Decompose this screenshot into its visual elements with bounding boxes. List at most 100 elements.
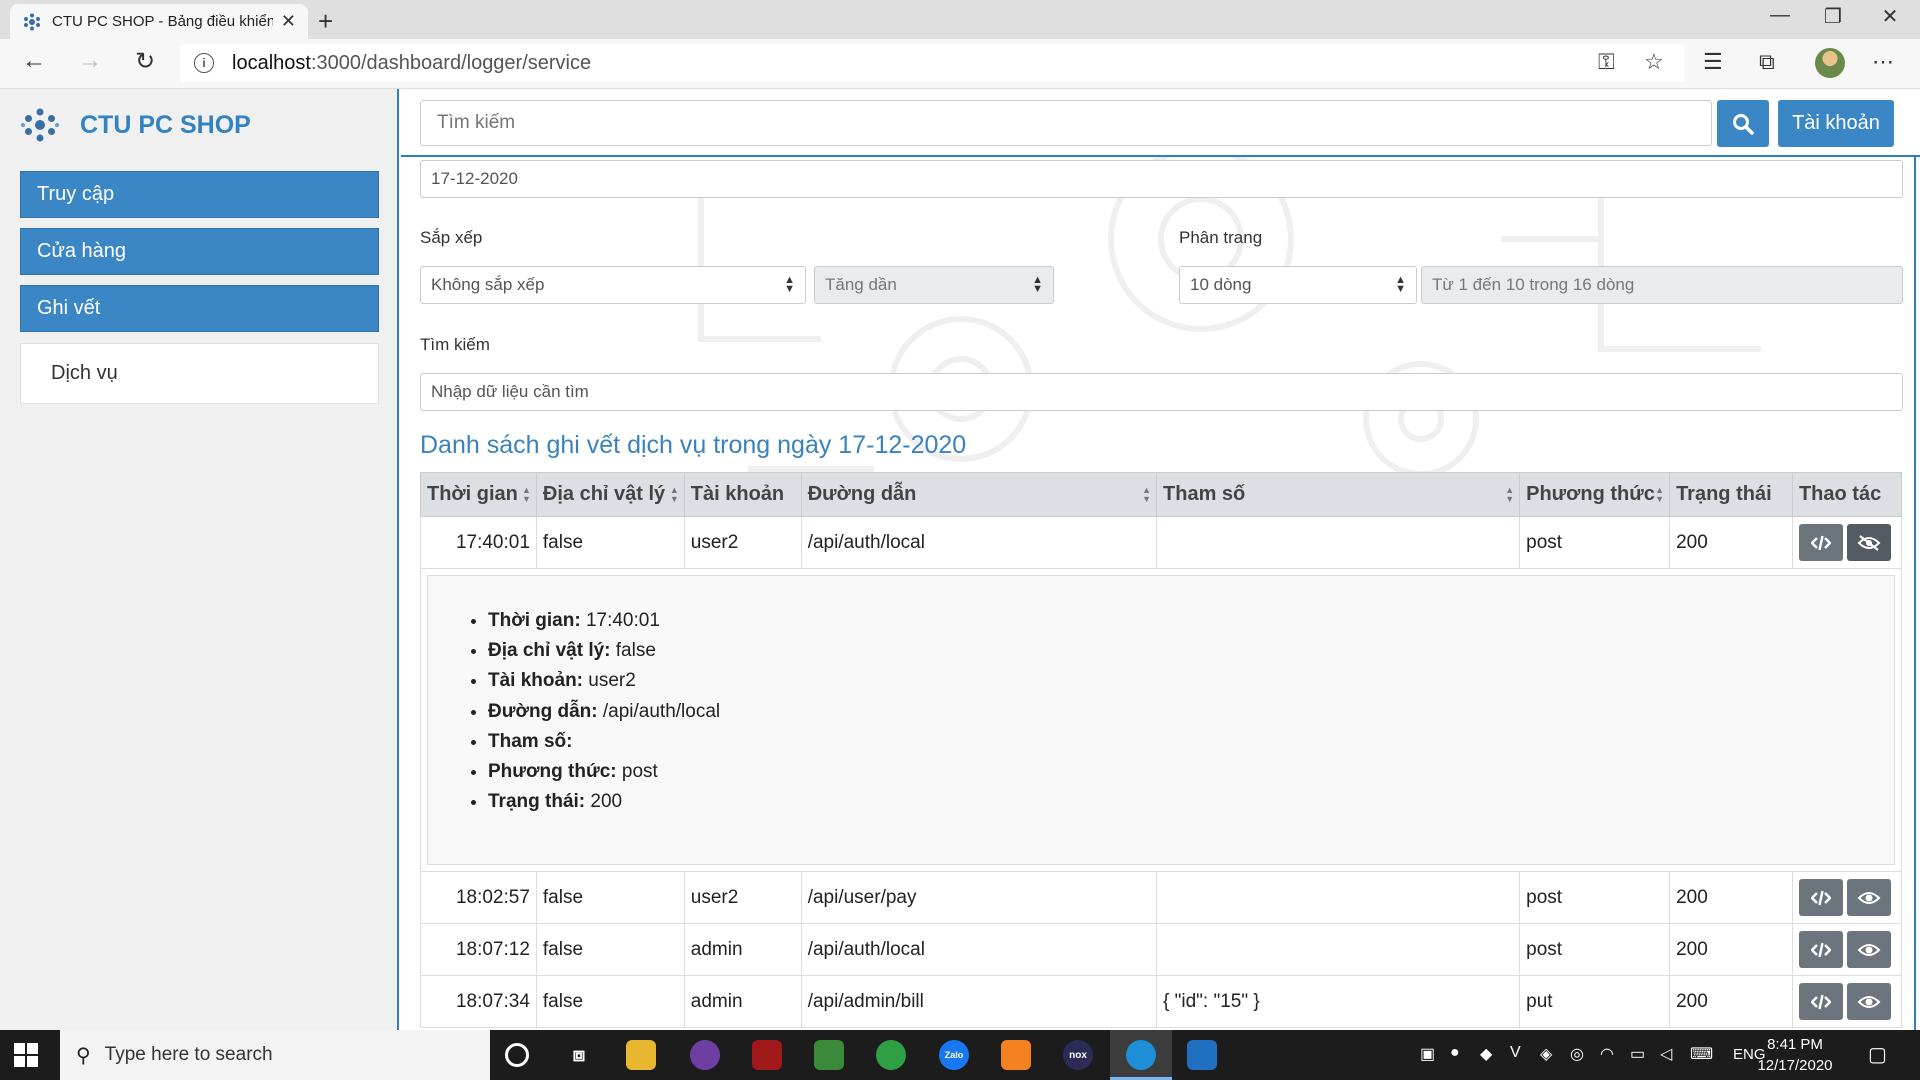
brand[interactable]: CTU PC SHOP — [20, 105, 251, 145]
windows-start-icon[interactable] — [14, 1043, 38, 1067]
col-header-time[interactable]: Thời gian ▲ ▼ — [420, 472, 537, 517]
paging-label: Phân trang — [1179, 228, 1263, 247]
url-field[interactable]: i localhost:3000/dashboard/logger/servic… — [180, 44, 1685, 82]
ctu-logo-icon — [21, 108, 59, 142]
global-search-input[interactable] — [420, 100, 1712, 146]
view-detail-button[interactable] — [1846, 879, 1891, 916]
cell-status: 200 — [1669, 923, 1793, 976]
view-code-button[interactable] — [1798, 879, 1843, 916]
paging-select[interactable]: 10 dòng ▲ ▼ — [1179, 266, 1417, 304]
browser-tab[interactable]: CTU PC SHOP - Bảng điều khiển ✕ — [10, 4, 308, 39]
taskbar-search[interactable]: ⚲ Type here to search — [60, 1030, 490, 1080]
key-icon[interactable]: ⚿ — [1598, 49, 1615, 75]
tray-shield-icon[interactable]: ◈ — [1540, 1044, 1552, 1064]
window-close-icon[interactable]: ✕ — [1870, 4, 1910, 29]
clock-date: 12/17/2020 — [1757, 1057, 1833, 1074]
col-header-params[interactable]: Tham số ▲ ▼ — [1156, 472, 1521, 517]
wifi-icon[interactable]: ◠ — [1600, 1044, 1614, 1064]
table-row: 18:07:12 false admin /api/auth/local pos… — [420, 923, 1903, 976]
xampp-icon[interactable] — [1001, 1040, 1031, 1070]
profile-avatar[interactable] — [1815, 48, 1845, 78]
vscode-icon[interactable] — [1187, 1040, 1217, 1070]
maximize-icon[interactable]: ❐ — [1813, 4, 1853, 29]
detail-item-time: Thời gian: 17:40:01 — [488, 606, 1894, 636]
nox-icon[interactable]: nox — [1063, 1040, 1093, 1070]
main-content: Tài khoản 17-12-2020 Sắp xếp Không sắp x… — [401, 89, 1920, 1030]
data-search-input[interactable]: Nhập dữ liệu cần tìm — [420, 373, 1903, 411]
sidebar-subitem-service[interactable]: Dịch vụ — [20, 343, 379, 404]
code-icon — [1810, 942, 1831, 957]
keyboard-icon[interactable]: ⌨ — [1690, 1044, 1713, 1064]
more-menu-icon[interactable]: ⋯ — [1872, 49, 1894, 75]
col-header-account[interactable]: Tài khoản — [683, 472, 802, 517]
paging-info-text: Từ 1 đến 10 trong 16 dòng — [1432, 275, 1635, 294]
date-field[interactable]: 17-12-2020 — [420, 160, 1903, 198]
tray-zalo-icon[interactable]: ● — [1450, 1044, 1460, 1062]
tray-xampp-icon[interactable]: ▣ — [1420, 1044, 1435, 1064]
cell-method: post — [1519, 871, 1671, 924]
cell-status: 200 — [1669, 516, 1793, 569]
log-table: Thời gian ▲ ▼ Địa chỉ vật lý ▲ ▼ Tài khoản Đ… — [420, 472, 1903, 1028]
cell-actions — [1791, 516, 1903, 569]
clock-time: 8:41 PM — [1767, 1036, 1823, 1053]
table-row: 17:40:01 false user2 /api/auth/local pos… — [420, 516, 1903, 569]
address-bar: ← → ↻ i localhost:3000/dashboard/logger/… — [0, 39, 1920, 89]
tray-nvidia-icon[interactable]: ◆ — [1480, 1044, 1492, 1064]
account-button[interactable]: Tài khoản — [1778, 100, 1894, 147]
chart-app-icon[interactable] — [814, 1040, 844, 1070]
view-code-button[interactable] — [1798, 931, 1843, 968]
favorites-icon[interactable]: ☰ — [1703, 49, 1723, 75]
sidebar-item-store[interactable]: Cửa hàng — [20, 228, 379, 275]
battery-icon[interactable]: ▭ — [1630, 1044, 1645, 1064]
tray-nox-icon[interactable]: ◎ — [1570, 1044, 1584, 1064]
sidebar-item-logger[interactable]: Ghi vết — [20, 285, 379, 332]
order-select[interactable]: Tăng dần ▲ ▼ — [814, 266, 1054, 304]
new-tab-icon[interactable]: + — [318, 6, 333, 37]
refresh-icon[interactable]: ↻ — [127, 47, 163, 76]
cell-account: admin — [683, 975, 802, 1028]
search-label: Tìm kiếm — [420, 335, 490, 354]
file-explorer-icon[interactable] — [626, 1040, 656, 1070]
github-desktop-icon[interactable] — [690, 1040, 720, 1070]
sort-select[interactable]: Không sắp xếp ▲ ▼ — [420, 266, 806, 304]
task-view-icon[interactable]: ⧈ — [564, 1040, 594, 1070]
view-code-button[interactable] — [1798, 983, 1843, 1020]
search-button[interactable] — [1717, 100, 1769, 147]
col-header-path[interactable]: Đường dẫn ▲ ▼ — [800, 472, 1158, 517]
tab-close-icon[interactable]: ✕ — [281, 11, 296, 32]
cell-time: 17:40:01 — [420, 516, 537, 569]
star-icon[interactable]: ☆ — [1644, 49, 1664, 75]
zalo-icon[interactable]: Zalo — [939, 1040, 969, 1070]
forward-arrow-icon[interactable]: → — [72, 47, 108, 75]
code-icon — [1810, 890, 1831, 905]
volume-icon[interactable]: ◁ — [1660, 1044, 1672, 1064]
browser-tabstrip: CTU PC SHOP - Bảng điều khiển ✕ + — ❐ ✕ — [0, 0, 1920, 39]
hide-detail-button[interactable] — [1846, 524, 1891, 561]
coccoc-icon[interactable] — [876, 1040, 906, 1070]
view-detail-button[interactable] — [1846, 983, 1891, 1020]
col-header-method[interactable]: Phương thức ▲ ▼ — [1519, 472, 1671, 517]
view-detail-button[interactable] — [1846, 931, 1891, 968]
url-path: :3000/dashboard/logger/service — [310, 51, 592, 74]
back-arrow-icon[interactable]: ← — [16, 47, 52, 75]
cell-actions — [1791, 975, 1903, 1028]
notifications-icon[interactable]: ▢ — [1868, 1042, 1887, 1067]
info-icon[interactable]: i — [194, 53, 214, 73]
minimize-icon[interactable]: — — [1760, 4, 1800, 27]
cortana-icon[interactable] — [505, 1043, 529, 1067]
tray-app-icon[interactable]: V — [1510, 1044, 1521, 1062]
sidebar-item-access[interactable]: Truy cập — [20, 171, 379, 218]
sort-select-value: Không sắp xếp — [431, 275, 545, 294]
cell-method: post — [1519, 923, 1671, 976]
edge-icon[interactable] — [1126, 1040, 1156, 1070]
garena-icon[interactable] — [752, 1040, 782, 1070]
clock[interactable]: 8:41 PM 12/17/2020 — [1755, 1034, 1835, 1076]
collections-icon[interactable]: ⧉ — [1759, 49, 1775, 75]
detail-item-method: Phương thức: post — [488, 757, 1894, 787]
sort-icon: ▲ ▼ — [521, 485, 531, 504]
table-header-row: Thời gian ▲ ▼ Địa chỉ vật lý ▲ ▼ Tài khoản Đ… — [420, 472, 1903, 517]
view-code-button[interactable] — [1798, 524, 1843, 561]
code-icon — [1810, 994, 1831, 1009]
col-header-status[interactable]: Trạng thái — [1669, 472, 1793, 517]
col-header-mac[interactable]: Địa chỉ vật lý ▲ ▼ — [535, 472, 685, 517]
